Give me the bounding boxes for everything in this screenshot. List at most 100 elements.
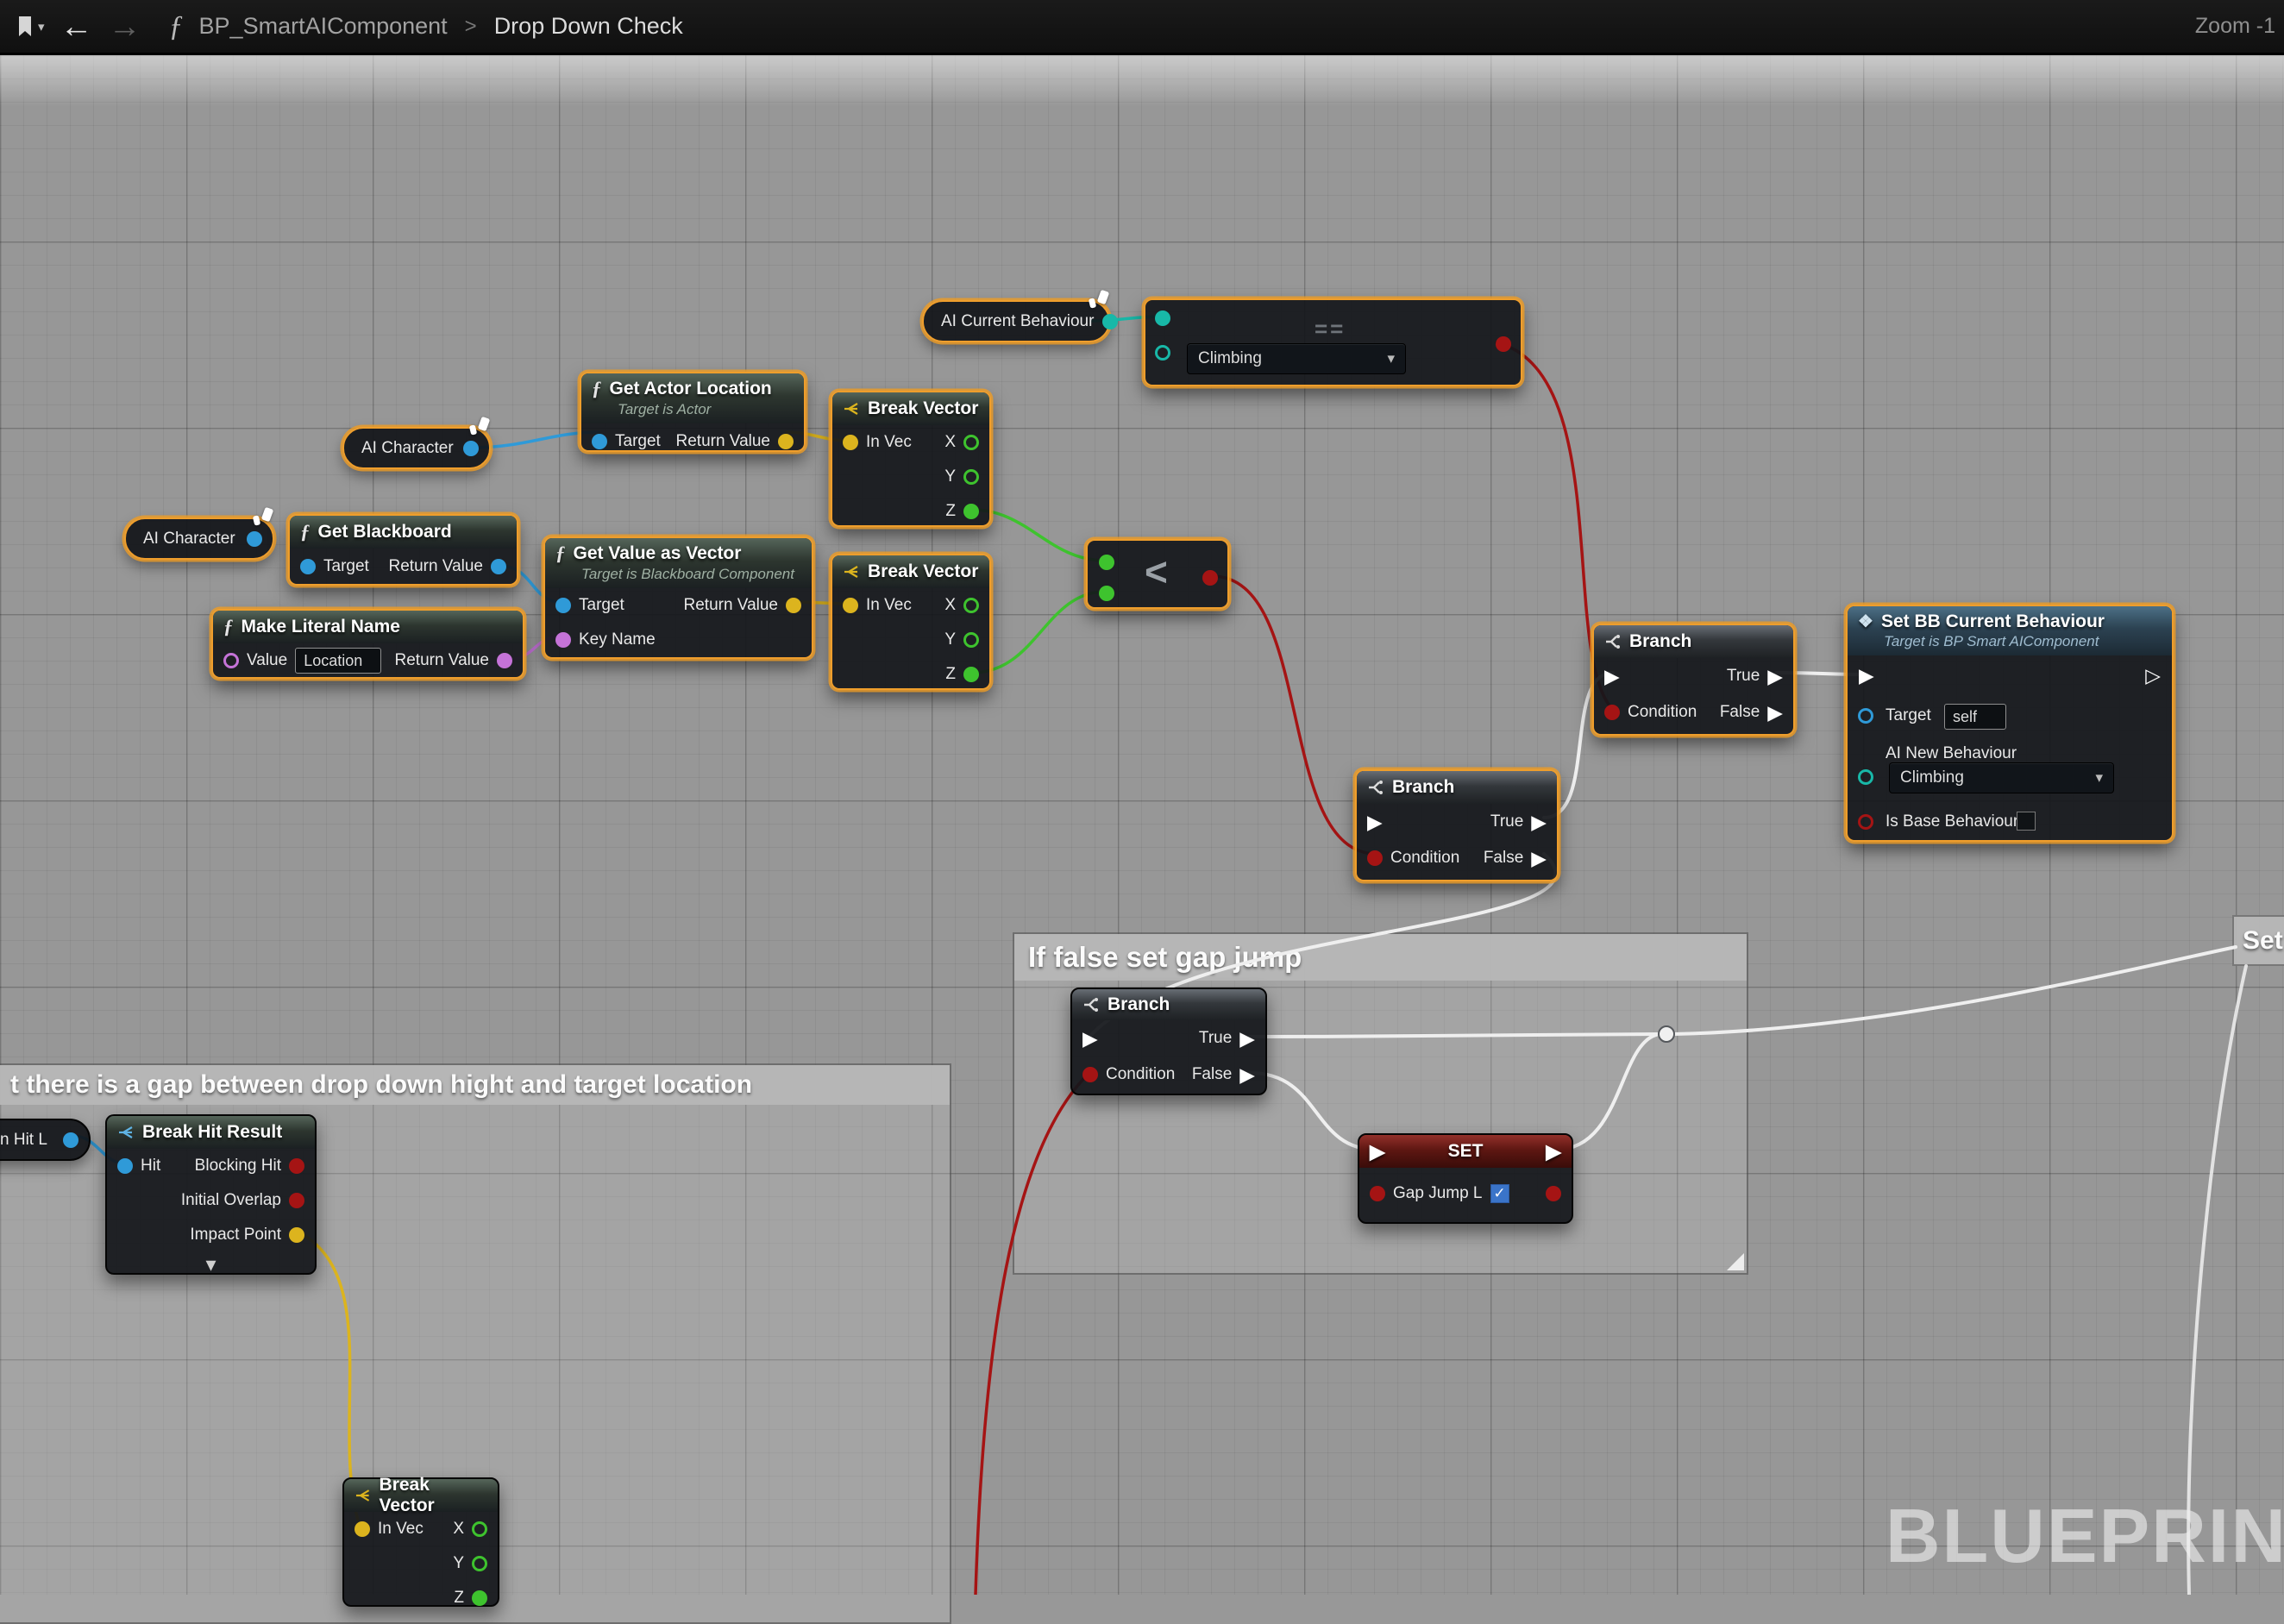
- ai-new-behaviour-pin[interactable]: [1858, 769, 1873, 785]
- gap-jump-checkbox[interactable]: ✓: [1490, 1184, 1509, 1203]
- false-exec-pin[interactable]: ▶: [1239, 1065, 1255, 1085]
- breadcrumb-root[interactable]: BP_SmartAIComponent: [199, 13, 448, 40]
- forward-button[interactable]: →: [109, 10, 141, 43]
- false-exec-pin[interactable]: ▶: [1767, 703, 1783, 723]
- y-pin[interactable]: [963, 632, 979, 648]
- blocking-hit-pin[interactable]: [289, 1158, 304, 1174]
- output-pin-enum[interactable]: [1102, 314, 1118, 329]
- node-header[interactable]: Branch: [1594, 625, 1793, 658]
- node-drop-down-hit-partial[interactable]: Down Hit L: [0, 1119, 91, 1161]
- exec-in-pin[interactable]: ▶: [1082, 1029, 1098, 1049]
- key-name-pin[interactable]: [555, 632, 571, 648]
- z-pin[interactable]: [472, 1590, 487, 1606]
- return-value-pin[interactable]: [491, 559, 506, 574]
- node-set-bb-current-behaviour[interactable]: ❖ Set BB Current Behaviour Target is BP …: [1846, 605, 2174, 842]
- node-header[interactable]: Break Vector: [344, 1479, 498, 1512]
- node-branch-gap-jump[interactable]: Branch ▶ True ▶ Condition False ▶: [1070, 988, 1267, 1095]
- bookmark-button[interactable]: ▾: [16, 15, 45, 39]
- node-branch-upper[interactable]: Branch ▶ True ▶ Condition False ▶: [1592, 624, 1795, 736]
- output-pin-bool[interactable]: [1546, 1186, 1561, 1201]
- node-ai-character-2[interactable]: AI Character: [124, 517, 274, 560]
- target-pin[interactable]: [592, 434, 607, 449]
- node-ai-current-behaviour[interactable]: AI Current Behaviour: [922, 300, 1110, 342]
- node-header[interactable]: Branch: [1072, 989, 1265, 1020]
- node-get-actor-location[interactable]: ƒ Get Actor Location Target is Actor Tar…: [580, 372, 806, 452]
- y-pin[interactable]: [472, 1556, 487, 1571]
- node-header[interactable]: Branch: [1357, 771, 1557, 804]
- expand-chevron-icon[interactable]: ▾: [107, 1252, 315, 1277]
- return-value-pin[interactable]: [786, 598, 801, 613]
- target-pin[interactable]: [300, 559, 316, 574]
- node-header[interactable]: Break Hit Result: [107, 1116, 315, 1149]
- target-pin[interactable]: [555, 598, 571, 613]
- node-header[interactable]: ƒ Get Blackboard: [290, 516, 517, 549]
- value-pin[interactable]: [223, 653, 239, 668]
- condition-pin[interactable]: [1082, 1067, 1098, 1082]
- exec-out-pin[interactable]: ▷: [2145, 666, 2161, 686]
- z-pin[interactable]: [963, 667, 979, 682]
- return-value-pin[interactable]: [497, 653, 512, 668]
- node-break-vector-2[interactable]: Break Vector In Vec X Y Z: [831, 554, 991, 690]
- node-header[interactable]: ❖ Set BB Current Behaviour Target is BP …: [1848, 606, 2172, 655]
- input-pin-a[interactable]: [1099, 555, 1114, 570]
- enum-dropdown[interactable]: Climbing ▾: [1187, 343, 1406, 374]
- target-value-input[interactable]: self: [1944, 704, 2006, 730]
- node-break-vector-1[interactable]: Break Vector In Vec X Y Z: [831, 391, 991, 527]
- is-base-behaviour-checkbox[interactable]: [2017, 812, 2036, 831]
- return-value-pin[interactable]: [778, 434, 794, 449]
- hit-pin[interactable]: [117, 1158, 133, 1174]
- comment-set-partial[interactable]: Set: [2232, 915, 2284, 966]
- input-pin-b[interactable]: [1099, 586, 1114, 601]
- node-ai-character-1[interactable]: AI Character: [342, 427, 491, 469]
- node-header[interactable]: ▶ SET ▶: [1359, 1135, 1572, 1168]
- node-get-value-as-vector[interactable]: ƒ Get Value as Vector Target is Blackboa…: [543, 536, 813, 659]
- node-header[interactable]: Break Vector: [832, 392, 989, 425]
- exec-in-pin[interactable]: ▶: [1604, 667, 1620, 687]
- node-make-literal-name[interactable]: ƒ Make Literal Name Value Location Retur…: [211, 609, 524, 679]
- in-vec-pin[interactable]: [843, 598, 858, 613]
- output-pin-bool[interactable]: [1496, 336, 1511, 352]
- value-text-input[interactable]: Location: [295, 648, 381, 674]
- x-pin[interactable]: [472, 1521, 487, 1537]
- false-exec-pin[interactable]: ▶: [1531, 849, 1547, 868]
- output-pin-object[interactable]: [63, 1132, 78, 1148]
- condition-pin[interactable]: [1604, 705, 1620, 720]
- input-pin-enum-a[interactable]: [1155, 310, 1170, 326]
- true-exec-pin[interactable]: ▶: [1239, 1029, 1255, 1049]
- exec-in-pin[interactable]: ▶: [1370, 1142, 1385, 1162]
- output-pin-object[interactable]: [247, 531, 262, 547]
- z-pin[interactable]: [963, 504, 979, 519]
- output-pin-object[interactable]: [463, 441, 479, 456]
- true-exec-pin[interactable]: ▶: [1531, 812, 1547, 832]
- y-pin[interactable]: [963, 469, 979, 485]
- is-base-behaviour-pin[interactable]: [1858, 814, 1873, 830]
- node-break-vector-3[interactable]: Break Vector In Vec X Y Z: [342, 1477, 499, 1607]
- node-break-hit-result[interactable]: Break Hit Result Hit Blocking Hit Initia…: [105, 1114, 317, 1275]
- exec-in-pin[interactable]: ▶: [1367, 812, 1383, 832]
- exec-in-pin[interactable]: ▶: [1859, 666, 1874, 686]
- node-get-blackboard[interactable]: ƒ Get Blackboard Target Return Value: [288, 514, 518, 586]
- x-pin[interactable]: [963, 598, 979, 613]
- node-less-than[interactable]: <: [1086, 539, 1229, 609]
- condition-pin[interactable]: [1367, 850, 1383, 866]
- comment-header[interactable]: t there is a gap between drop down hight…: [0, 1065, 950, 1105]
- node-header[interactable]: ƒ Make Literal Name: [213, 611, 523, 643]
- x-pin[interactable]: [963, 435, 979, 450]
- back-button[interactable]: ←: [60, 10, 93, 43]
- impact-point-pin[interactable]: [289, 1227, 304, 1243]
- exec-out-pin[interactable]: ▶: [1546, 1142, 1561, 1162]
- in-vec-pin[interactable]: [355, 1521, 370, 1537]
- output-pin-bool[interactable]: [1202, 570, 1218, 586]
- node-header[interactable]: ƒ Get Value as Vector Target is Blackboa…: [545, 538, 812, 588]
- node-branch-lower[interactable]: Branch ▶ True ▶ Condition False ▶: [1355, 769, 1559, 881]
- input-pin-enum-b[interactable]: [1155, 345, 1170, 361]
- node-header[interactable]: ƒ Get Actor Location Target is Actor: [581, 373, 804, 423]
- node-header[interactable]: Break Vector: [832, 555, 989, 588]
- node-equal-enum[interactable]: == Climbing ▾: [1144, 298, 1522, 386]
- comment-header[interactable]: If false set gap jump: [1014, 934, 1747, 981]
- in-vec-pin[interactable]: [843, 435, 858, 450]
- gap-jump-pin[interactable]: [1370, 1186, 1385, 1201]
- target-pin[interactable]: [1858, 708, 1873, 724]
- behaviour-dropdown[interactable]: Climbing ▾: [1889, 762, 2114, 793]
- true-exec-pin[interactable]: ▶: [1767, 667, 1783, 687]
